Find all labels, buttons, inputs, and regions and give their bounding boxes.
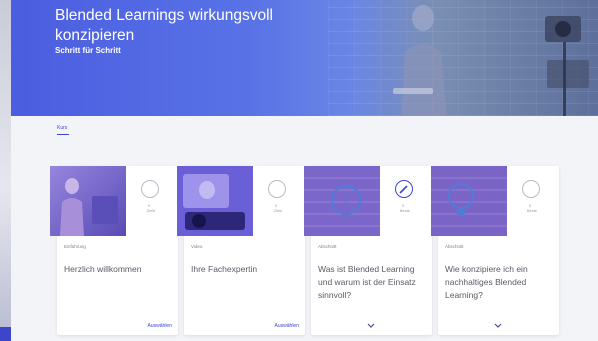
course-card[interactable]: 0 Ziele Einführung Herzlich willkommen A… (50, 166, 178, 335)
card-title: Herzlich willkommen (64, 264, 142, 274)
select-link[interactable]: Auswählen (275, 323, 299, 329)
card-category: Einführung (64, 244, 86, 249)
chevron-down-icon[interactable] (491, 322, 505, 330)
course-subtitle: Schritt für Schritt (55, 46, 121, 55)
status-label: Ziele (273, 208, 283, 213)
progress-ring-icon (141, 180, 159, 198)
presenter-photo (393, 5, 447, 116)
course-title: Blended Learnings wirkungsvoll konzipier… (55, 7, 273, 44)
svg-text:?: ? (342, 193, 349, 209)
status-label: Ziele (146, 208, 156, 213)
progress-ring-icon (268, 180, 286, 198)
card-category: Abschnitt (445, 244, 464, 249)
side-panel-strip (0, 0, 11, 341)
camera-recording-photo (177, 166, 253, 236)
side-accent (0, 327, 11, 341)
card-category: Abschnitt (318, 244, 337, 249)
card-title: Wie konzipiere ich ein nachhaltiges Blen… (445, 264, 528, 300)
course-hero-banner: Blended Learnings wirkungsvoll konzipier… (11, 0, 598, 116)
status-label: Beste (399, 208, 411, 213)
active-tab-indicator (57, 134, 69, 135)
card-title: Ihre Fachexpertin (191, 264, 258, 274)
chevron-down-icon[interactable] (364, 322, 378, 330)
completed-check-icon (395, 180, 413, 198)
course-card[interactable]: 0 Ziele Video Ihre Fachexpertin Auswähle… (177, 166, 305, 335)
status-label: Beste (526, 208, 538, 213)
course-card[interactable]: 0 Beste Abschnitt Wie konzipiere ich ein… (431, 166, 559, 335)
camera-photo (545, 16, 589, 116)
lightbulb-icon (431, 166, 507, 236)
select-link[interactable]: Auswählen (148, 323, 172, 329)
course-card[interactable]: ? 0 Beste Abschnitt Was ist Blended Lear… (304, 166, 432, 335)
tab-kurs[interactable]: Kurs (57, 125, 67, 131)
pencil-icon (399, 185, 408, 194)
card-title: Was ist Blended Learning und warum ist d… (318, 264, 416, 300)
presenter-photo (50, 166, 126, 236)
card-category: Video (191, 244, 203, 249)
question-bubble-icon: ? (304, 166, 380, 236)
progress-ring-icon (522, 180, 540, 198)
